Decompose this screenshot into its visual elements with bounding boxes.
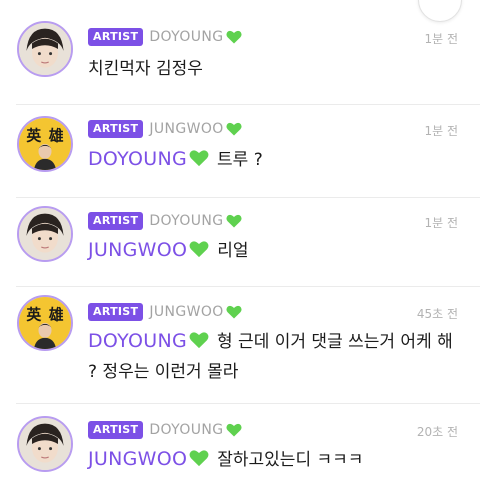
comment-time: 1분 전 bbox=[424, 124, 458, 138]
mention-link[interactable]: JUNGWOO bbox=[88, 448, 187, 470]
comment-author[interactable]: DOYOUNG bbox=[149, 422, 223, 438]
comment-item: 英雄 ARTIST JUNGWOO 1분 전 DOYOUNG 트루 ? bbox=[0, 105, 480, 198]
comment-meta: ARTIST JUNGWOO bbox=[88, 302, 242, 322]
green-heart-icon bbox=[189, 240, 209, 258]
svg-text:雄: 雄 bbox=[48, 126, 64, 144]
comment-text: 치킨먹자 김정우 bbox=[88, 54, 460, 84]
artist-badge: ARTIST bbox=[88, 28, 144, 46]
artist-badge: ARTIST bbox=[88, 421, 144, 439]
comment-author[interactable]: DOYOUNG bbox=[149, 213, 223, 229]
comment-item: ARTIST DOYOUNG 1분 전 JUNGWOO 리얼 bbox=[0, 198, 480, 287]
jungwoo-avatar[interactable]: 英雄 bbox=[17, 116, 73, 172]
green-heart-icon bbox=[226, 122, 242, 136]
comment-text: DOYOUNG 형 근데 이거 댓글 쓰는거 어케 해 ? 정우는 이런거 몰라 bbox=[88, 326, 460, 387]
green-heart-icon bbox=[189, 149, 209, 167]
comment-text: DOYOUNG 트루 ? bbox=[88, 144, 460, 175]
comment-item: ARTIST DOYOUNG 20초 전 JUNGWOO 잘하고있는디 ㅋㅋㅋ bbox=[0, 404, 480, 485]
svg-text:英: 英 bbox=[26, 126, 41, 144]
comment-text: JUNGWOO 리얼 bbox=[88, 235, 460, 266]
comment-meta: ARTIST JUNGWOO bbox=[88, 119, 242, 139]
svg-text:雄: 雄 bbox=[48, 305, 64, 323]
doyoung-avatar[interactable] bbox=[17, 416, 73, 472]
green-heart-icon bbox=[189, 331, 209, 349]
mention-link[interactable]: DOYOUNG bbox=[88, 148, 187, 170]
artist-badge: ARTIST bbox=[88, 212, 144, 230]
comment-item: 英雄 ARTIST JUNGWOO 45초 전 DOYOUNG 형 근데 이거 댓… bbox=[0, 287, 480, 404]
green-heart-icon bbox=[225, 214, 242, 228]
doyoung-avatar[interactable] bbox=[17, 21, 73, 77]
svg-text:英: 英 bbox=[26, 305, 41, 323]
green-heart-icon bbox=[225, 423, 242, 437]
doyoung-avatar[interactable] bbox=[17, 206, 73, 262]
comment-author[interactable]: JUNGWOO bbox=[149, 121, 223, 137]
comment-time: 1분 전 bbox=[424, 216, 458, 230]
comment-text-body: 리얼 bbox=[217, 241, 249, 261]
comment-time: 45초 전 bbox=[416, 307, 458, 321]
green-heart-icon bbox=[226, 305, 242, 319]
artist-badge: ARTIST bbox=[88, 303, 144, 321]
green-heart-icon bbox=[225, 30, 242, 44]
comment-meta: ARTIST DOYOUNG bbox=[88, 27, 242, 47]
comment-meta: ARTIST DOYOUNG bbox=[88, 420, 242, 440]
artist-badge: ARTIST bbox=[88, 120, 144, 138]
comment-text-body: 잘하고있는디 ㅋㅋㅋ bbox=[217, 450, 364, 470]
comment-time: 1분 전 bbox=[424, 32, 458, 46]
comment-author[interactable]: DOYOUNG bbox=[149, 29, 223, 45]
comment-text-body: 치킨먹자 김정우 bbox=[88, 59, 203, 79]
green-heart-icon bbox=[189, 449, 209, 467]
mention-link[interactable]: DOYOUNG bbox=[88, 330, 187, 352]
comment-text-body: 트루 ? bbox=[217, 150, 263, 170]
mention-link[interactable]: JUNGWOO bbox=[88, 239, 187, 261]
comment-time: 20초 전 bbox=[416, 425, 458, 439]
jungwoo-avatar[interactable]: 英雄 bbox=[17, 295, 73, 351]
comment-text: JUNGWOO 잘하고있는디 ㅋㅋㅋ bbox=[88, 444, 460, 475]
comment-author[interactable]: JUNGWOO bbox=[149, 304, 223, 320]
comment-item: ARTIST DOYOUNG 1분 전 치킨먹자 김정우 bbox=[0, 0, 480, 105]
comment-meta: ARTIST DOYOUNG bbox=[88, 211, 242, 231]
